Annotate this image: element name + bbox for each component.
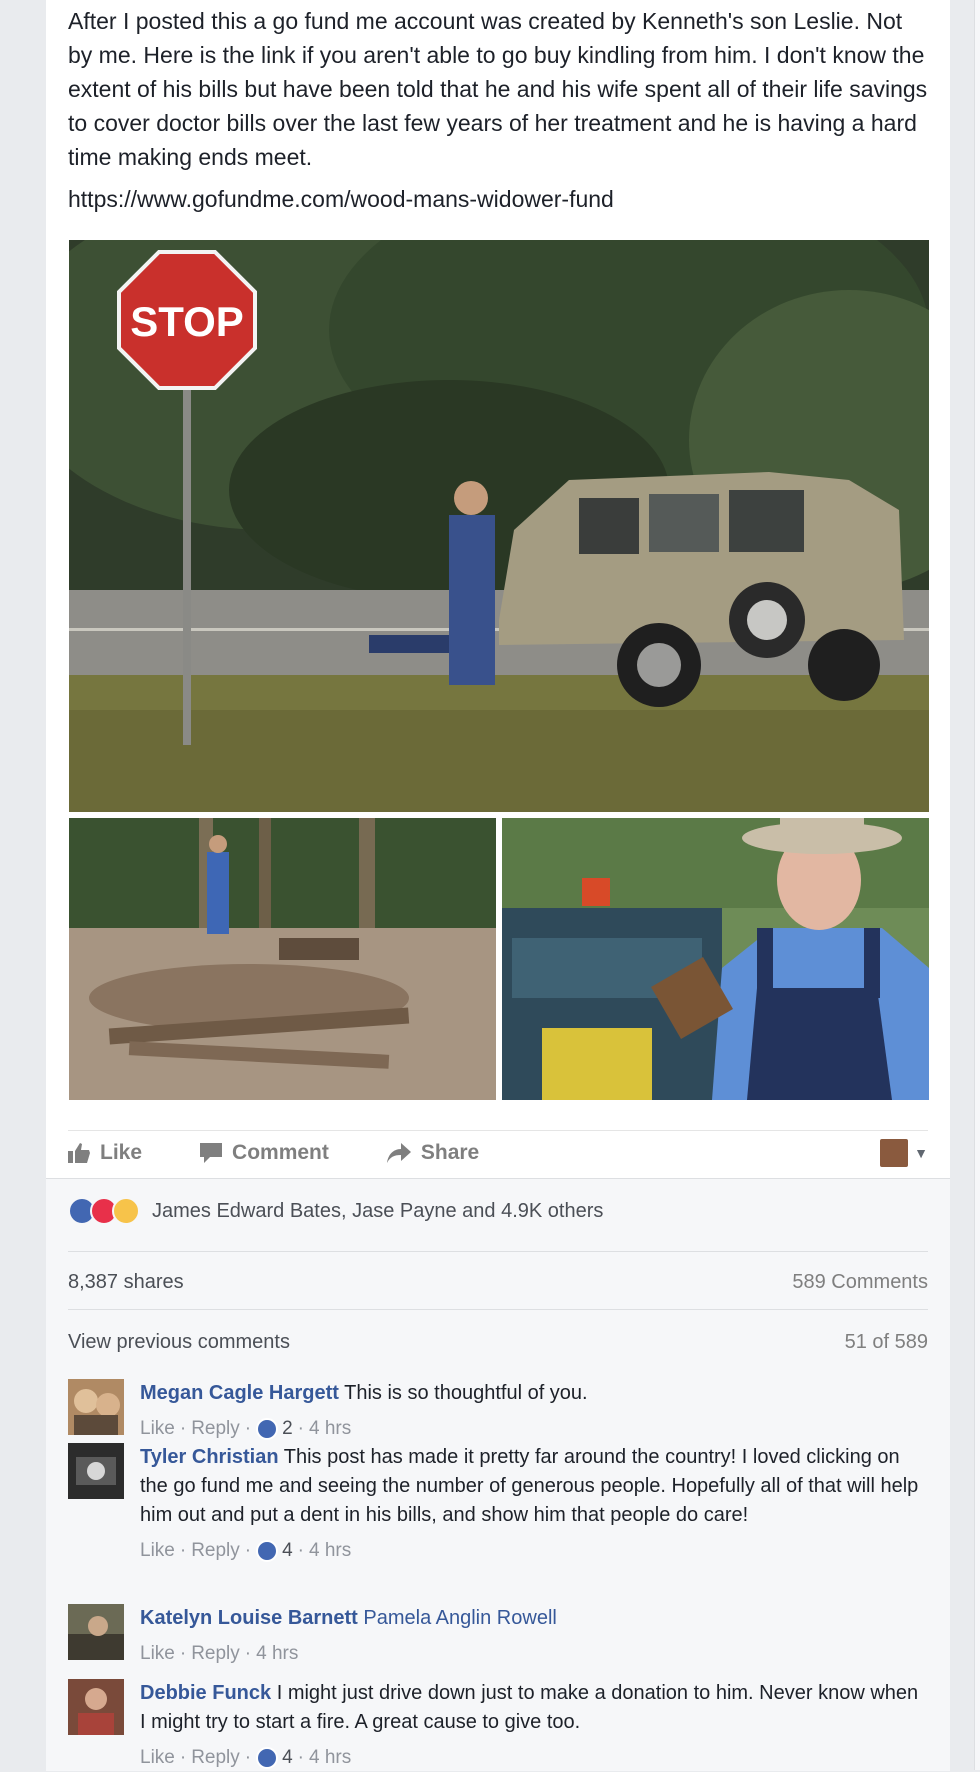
right-gutter	[950, 0, 980, 1770]
comment-author[interactable]: Megan Cagle Hargett	[140, 1382, 339, 1404]
post-action-bar: Like Comment Share ▼	[68, 1130, 928, 1175]
photo-main-svg: STOP	[69, 240, 929, 812]
separator-dot: ·	[244, 1418, 252, 1439]
photo-bl-svg	[69, 818, 496, 1100]
comment-time[interactable]: 4 hrs	[309, 1536, 351, 1565]
separator-dot: ·	[179, 1418, 187, 1439]
like-count-icon	[256, 1746, 279, 1769]
comments-count[interactable]: 589 Comments	[792, 1271, 928, 1294]
comment-author[interactable]: Katelyn Louise Barnett	[140, 1607, 358, 1629]
comment-like-link[interactable]: Like	[140, 1536, 175, 1565]
like-count-icon	[256, 1539, 279, 1562]
separator-dot: ·	[244, 1540, 252, 1561]
reaction-icons	[68, 1197, 140, 1225]
separator-dot: ·	[179, 1747, 187, 1768]
share-button[interactable]: Share	[386, 1141, 480, 1165]
like-label: Like	[100, 1141, 143, 1164]
photo-old-man-portrait[interactable]	[502, 818, 929, 1100]
comment-author[interactable]: Debbie Funck	[140, 1682, 271, 1704]
comment-button[interactable]: Comment	[200, 1141, 329, 1165]
photo-br-svg	[502, 818, 929, 1100]
avatar[interactable]	[68, 1679, 124, 1735]
like-count: 4	[282, 1540, 293, 1561]
separator-dot: ·	[297, 1747, 304, 1768]
comment-body: Debbie Funck I might just drive down jus…	[140, 1679, 920, 1772]
comment-meta: Like · Reply · 4 · 4 hrs	[140, 1536, 920, 1565]
comment-time[interactable]: 4 hrs	[309, 1743, 351, 1772]
divider	[68, 1251, 928, 1252]
post-card: After I posted this a go fund me account…	[46, 0, 950, 1771]
comment-meta: Like · Reply · 4 · 4 hrs	[140, 1743, 920, 1772]
right-edge	[974, 0, 980, 1770]
comment-reply-link[interactable]: Reply	[191, 1639, 240, 1668]
photo-roadside-seller[interactable]: STOP	[69, 240, 929, 812]
comment-like-count[interactable]: 4	[256, 1743, 293, 1772]
separator-dot: ·	[179, 1643, 187, 1664]
comment-text: This is so thoughtful of you.	[344, 1382, 588, 1404]
post-meta-area: James Edward Bates, Jase Payne and 4.9K …	[46, 1178, 950, 1771]
comment-like-count[interactable]: 2	[256, 1414, 293, 1443]
shares-count[interactable]: 8,387 shares	[68, 1271, 184, 1294]
tagged-user[interactable]: Pamela Anglin Rowell	[363, 1607, 556, 1629]
post-as-selector[interactable]: ▼	[880, 1139, 928, 1167]
reactions-text: James Edward Bates, Jase Payne and 4.9K …	[152, 1199, 604, 1222]
separator-dot: ·	[297, 1418, 304, 1439]
separator-dot: ·	[179, 1540, 187, 1561]
share-label: Share	[420, 1141, 480, 1164]
comment-like-link[interactable]: Like	[140, 1743, 175, 1772]
chevron-down-icon: ▼	[914, 1145, 928, 1161]
reactions-summary[interactable]: James Edward Bates, Jase Payne and 4.9K …	[68, 1197, 603, 1225]
comment-body: Tyler Christian This post has made it pr…	[140, 1443, 920, 1565]
share-arrow-icon	[386, 1143, 411, 1163]
thumbs-up-icon	[68, 1143, 90, 1163]
view-previous-comments-link[interactable]: View previous comments	[68, 1331, 290, 1354]
comment-author[interactable]: Tyler Christian	[140, 1446, 279, 1468]
comment-meta: Like · Reply · 2 · 4 hrs	[140, 1414, 920, 1443]
avatar[interactable]	[68, 1379, 124, 1435]
left-gutter	[0, 0, 46, 1770]
comment-label: Comment	[232, 1141, 329, 1164]
stop-sign-text: STOP	[130, 298, 244, 345]
comment-page-count: 51 of 589	[844, 1331, 928, 1353]
separator-dot: ·	[244, 1643, 252, 1664]
comment-like-link[interactable]: Like	[140, 1639, 175, 1668]
comment-like-link[interactable]: Like	[140, 1414, 175, 1443]
separator-dot: ·	[244, 1747, 252, 1768]
comment-body: Megan Cagle Hargett This is so thoughtfu…	[140, 1379, 920, 1443]
like-count: 2	[282, 1418, 293, 1439]
like-count: 4	[282, 1747, 293, 1768]
comment-reply-link[interactable]: Reply	[191, 1414, 240, 1443]
sad-reaction-icon	[112, 1197, 140, 1225]
comment-reply-link[interactable]: Reply	[191, 1743, 240, 1772]
like-count-icon	[256, 1417, 279, 1440]
separator-dot: ·	[297, 1540, 304, 1561]
comment-meta: Like · Reply · 4 hrs	[140, 1639, 920, 1668]
comment-bubble-icon	[200, 1143, 223, 1163]
gofundme-link[interactable]: https://www.gofundme.com/wood-mans-widow…	[68, 186, 614, 213]
avatar[interactable]	[68, 1604, 124, 1660]
comment-like-count[interactable]: 4	[256, 1536, 293, 1565]
comment-time[interactable]: 4 hrs	[256, 1639, 298, 1668]
divider	[68, 1309, 928, 1310]
like-button[interactable]: Like	[68, 1141, 142, 1165]
comment-time[interactable]: 4 hrs	[309, 1414, 351, 1443]
post-text: After I posted this a go fund me account…	[68, 8, 928, 170]
comment-reply-link[interactable]: Reply	[191, 1536, 240, 1565]
viewer-avatar	[880, 1139, 909, 1167]
photo-woodpile[interactable]	[69, 818, 496, 1100]
avatar[interactable]	[68, 1443, 124, 1499]
comment-body: Katelyn Louise Barnett Pamela Anglin Row…	[140, 1604, 920, 1668]
